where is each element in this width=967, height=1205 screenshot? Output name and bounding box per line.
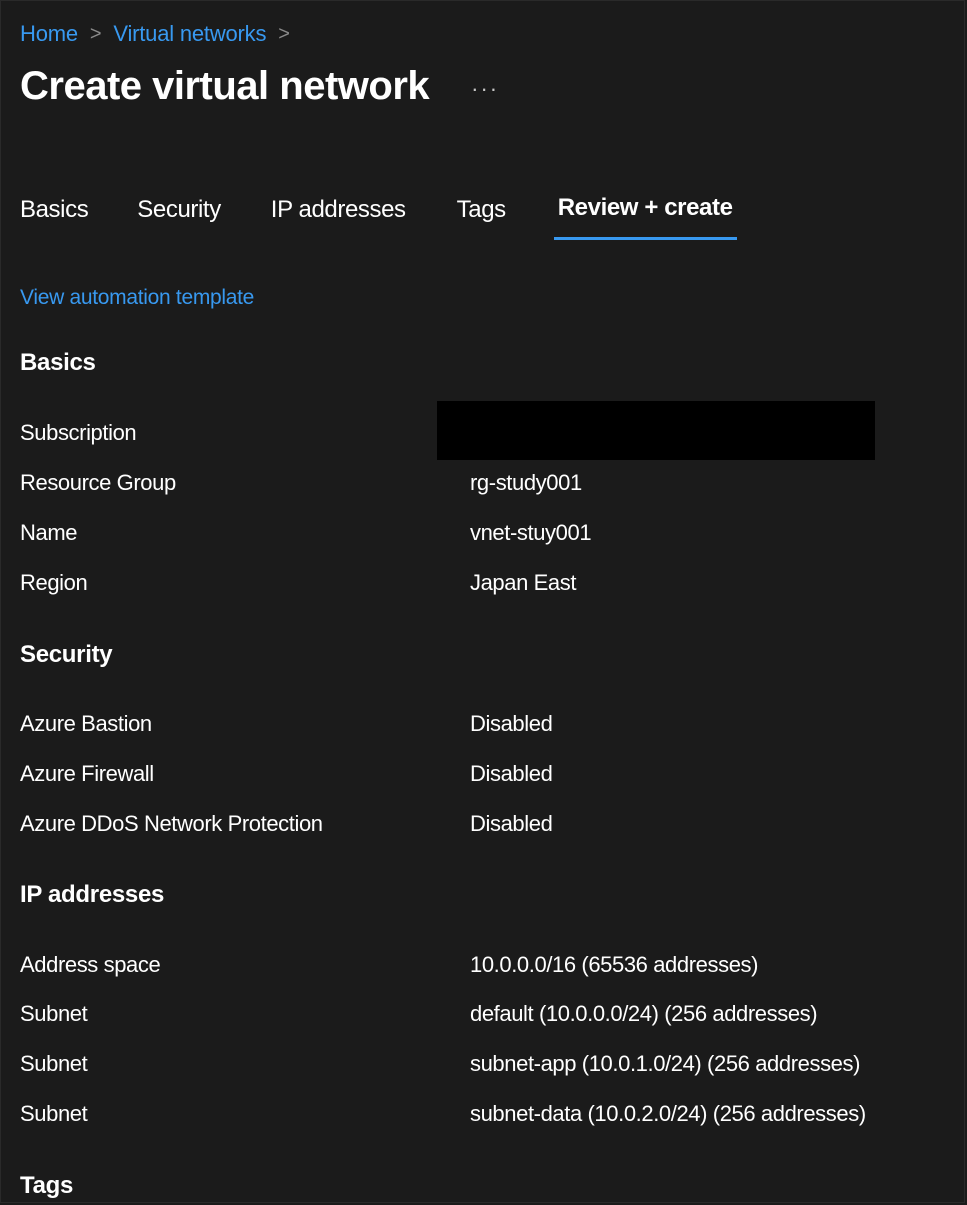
more-actions-button[interactable]: ··· — [471, 76, 499, 102]
row-label-subscription: Subscription — [20, 420, 137, 445]
row-value-azure-bastion: Disabled — [470, 711, 553, 736]
section-heading-security: Security — [20, 641, 113, 668]
row-value-azure-firewall: Disabled — [470, 761, 553, 786]
tab-security[interactable]: Security — [137, 186, 221, 244]
tab-review-create[interactable]: Review + create — [553, 186, 737, 244]
row-label-azure-firewall: Azure Firewall — [20, 761, 154, 786]
row-label-name: Name — [20, 520, 78, 545]
row-value-subnet-data: subnet-data (10.0.2.0/24) (256 addresses… — [470, 1101, 866, 1126]
breadcrumb-separator: > — [89, 22, 102, 45]
tab-ip-addresses[interactable]: IP addresses — [271, 186, 406, 244]
page-title: Create virtual network — [20, 64, 430, 108]
section-heading-ip-addresses: IP addresses — [20, 881, 165, 908]
tab-tags[interactable]: Tags — [457, 186, 507, 244]
row-label-subnet: Subnet — [20, 1051, 88, 1076]
breadcrumb-separator: > — [278, 22, 290, 45]
row-value-region: Japan East — [470, 570, 577, 595]
row-label-azure-bastion: Azure Bastion — [20, 711, 152, 736]
subscription-value-redacted — [437, 401, 875, 460]
row-label-region: Region — [20, 570, 88, 595]
breadcrumb: Home > Virtual networks > — [20, 18, 302, 50]
wizard-tabs: Basics Security IP addresses Tags Review… — [20, 186, 737, 244]
row-value-subnet-app: subnet-app (10.0.1.0/24) (256 addresses) — [470, 1051, 861, 1076]
row-value-azure-ddos: Disabled — [470, 811, 553, 836]
row-label-subnet: Subnet — [20, 1001, 88, 1026]
row-label-azure-ddos: Azure DDoS Network Protection — [20, 811, 323, 836]
row-label-subnet: Subnet — [20, 1101, 88, 1126]
row-value-name: vnet-stuy001 — [470, 520, 592, 545]
row-label-address-space: Address space — [20, 952, 161, 977]
row-value-subnet-default: default (10.0.0.0/24) (256 addresses) — [470, 1001, 818, 1026]
breadcrumb-virtual-networks-link[interactable]: Virtual networks — [113, 21, 266, 47]
breadcrumb-home-link[interactable]: Home — [20, 21, 78, 47]
row-label-resource-group: Resource Group — [20, 470, 176, 495]
section-heading-basics: Basics — [20, 349, 96, 376]
section-heading-tags: Tags — [20, 1172, 74, 1199]
row-value-address-space: 10.0.0.0/16 (65536 addresses) — [470, 952, 759, 977]
row-value-resource-group: rg-study001 — [470, 470, 582, 495]
title-row: Create virtual network ··· — [20, 64, 499, 109]
view-automation-template-link[interactable]: View automation template — [20, 286, 254, 310]
tab-basics[interactable]: Basics — [20, 186, 89, 244]
